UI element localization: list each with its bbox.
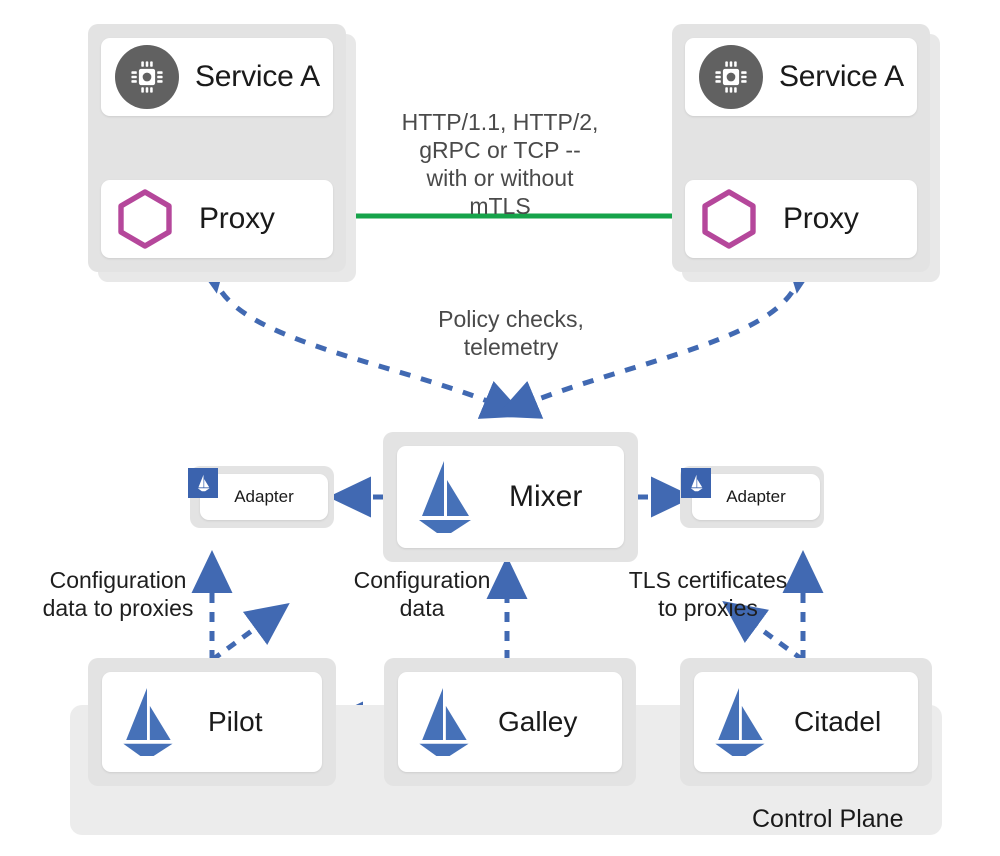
mixer-label: Mixer xyxy=(509,480,583,513)
galley-label: Galley xyxy=(498,706,578,737)
proxy-card-right[interactable]: Proxy xyxy=(685,180,917,258)
tls-certs-label: TLS certificates to proxies xyxy=(628,567,788,622)
service-a-label-left: Service A xyxy=(195,60,320,93)
istio-sail-icon xyxy=(112,683,182,761)
adapter-left-label: Adapter xyxy=(234,487,294,506)
proxy-label-left: Proxy xyxy=(199,202,275,235)
hexagon-icon xyxy=(697,186,761,252)
istio-sail-badge-icon xyxy=(681,468,711,498)
adapter-left-card[interactable]: Adapter xyxy=(200,474,328,520)
istio-sail-badge-icon xyxy=(188,468,218,498)
istio-sail-icon xyxy=(408,683,478,761)
istio-sail-icon xyxy=(407,456,481,538)
pilot-label: Pilot xyxy=(208,706,263,737)
mixer-card[interactable]: Mixer xyxy=(397,446,624,548)
service-a-card-right[interactable]: Service A xyxy=(685,38,917,116)
right-service-panel: Service A Proxy xyxy=(672,24,930,272)
service-a-card-left[interactable]: Service A xyxy=(101,38,333,116)
adapter-right-card[interactable]: Adapter xyxy=(692,474,820,520)
config-data-label: Configuration data xyxy=(353,567,491,622)
galley-card[interactable]: Galley xyxy=(398,672,622,772)
edge-pilot-config-to-proxies xyxy=(191,549,290,663)
cpu-chip-icon xyxy=(699,45,763,109)
hexagon-icon xyxy=(113,186,177,252)
traffic-protocol-label: HTTP/1.1, HTTP/2, gRPC or TCP -- with or… xyxy=(401,109,599,220)
cpu-chip-icon xyxy=(115,45,179,109)
istio-sail-icon xyxy=(704,683,774,761)
control-plane-label: Control Plane xyxy=(752,805,904,833)
diagram-canvas: Service A Proxy Service A Proxy HTTP/1.1… xyxy=(0,0,1000,856)
pilot-card[interactable]: Pilot xyxy=(102,672,322,772)
config-to-proxies-label: Configuration data to proxies xyxy=(42,567,194,622)
proxy-card-left[interactable]: Proxy xyxy=(101,180,333,258)
citadel-card[interactable]: Citadel xyxy=(694,672,918,772)
adapter-right-label: Adapter xyxy=(726,487,786,506)
citadel-label: Citadel xyxy=(794,706,882,737)
service-a-label-right: Service A xyxy=(779,60,904,93)
proxy-label-right: Proxy xyxy=(783,202,859,235)
policy-telemetry-label: Policy checks, telemetry xyxy=(438,306,584,361)
left-service-panel: Service A Proxy xyxy=(88,24,346,272)
